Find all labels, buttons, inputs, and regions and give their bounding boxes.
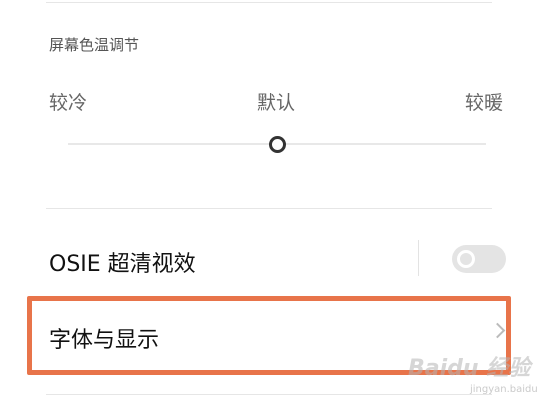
watermark-logo: Baidu 经验 — [408, 356, 531, 381]
watermark-url: jingyan.baidu.com — [470, 384, 538, 395]
toggle-knob-icon — [457, 250, 475, 268]
section-title: 屏幕色温调节 — [49, 36, 140, 54]
label-default: 默认 — [257, 92, 296, 114]
label-warm: 较暖 — [465, 92, 504, 114]
top-divider — [46, 2, 492, 3]
label-cool: 较冷 — [49, 92, 88, 114]
bottom-divider — [46, 394, 492, 395]
toggle-separator — [418, 240, 419, 276]
osie-toggle[interactable] — [452, 245, 506, 273]
temperature-slider-thumb[interactable] — [269, 136, 286, 153]
osie-label: OSIE 超清视效 — [49, 252, 196, 277]
section-divider — [46, 208, 492, 209]
